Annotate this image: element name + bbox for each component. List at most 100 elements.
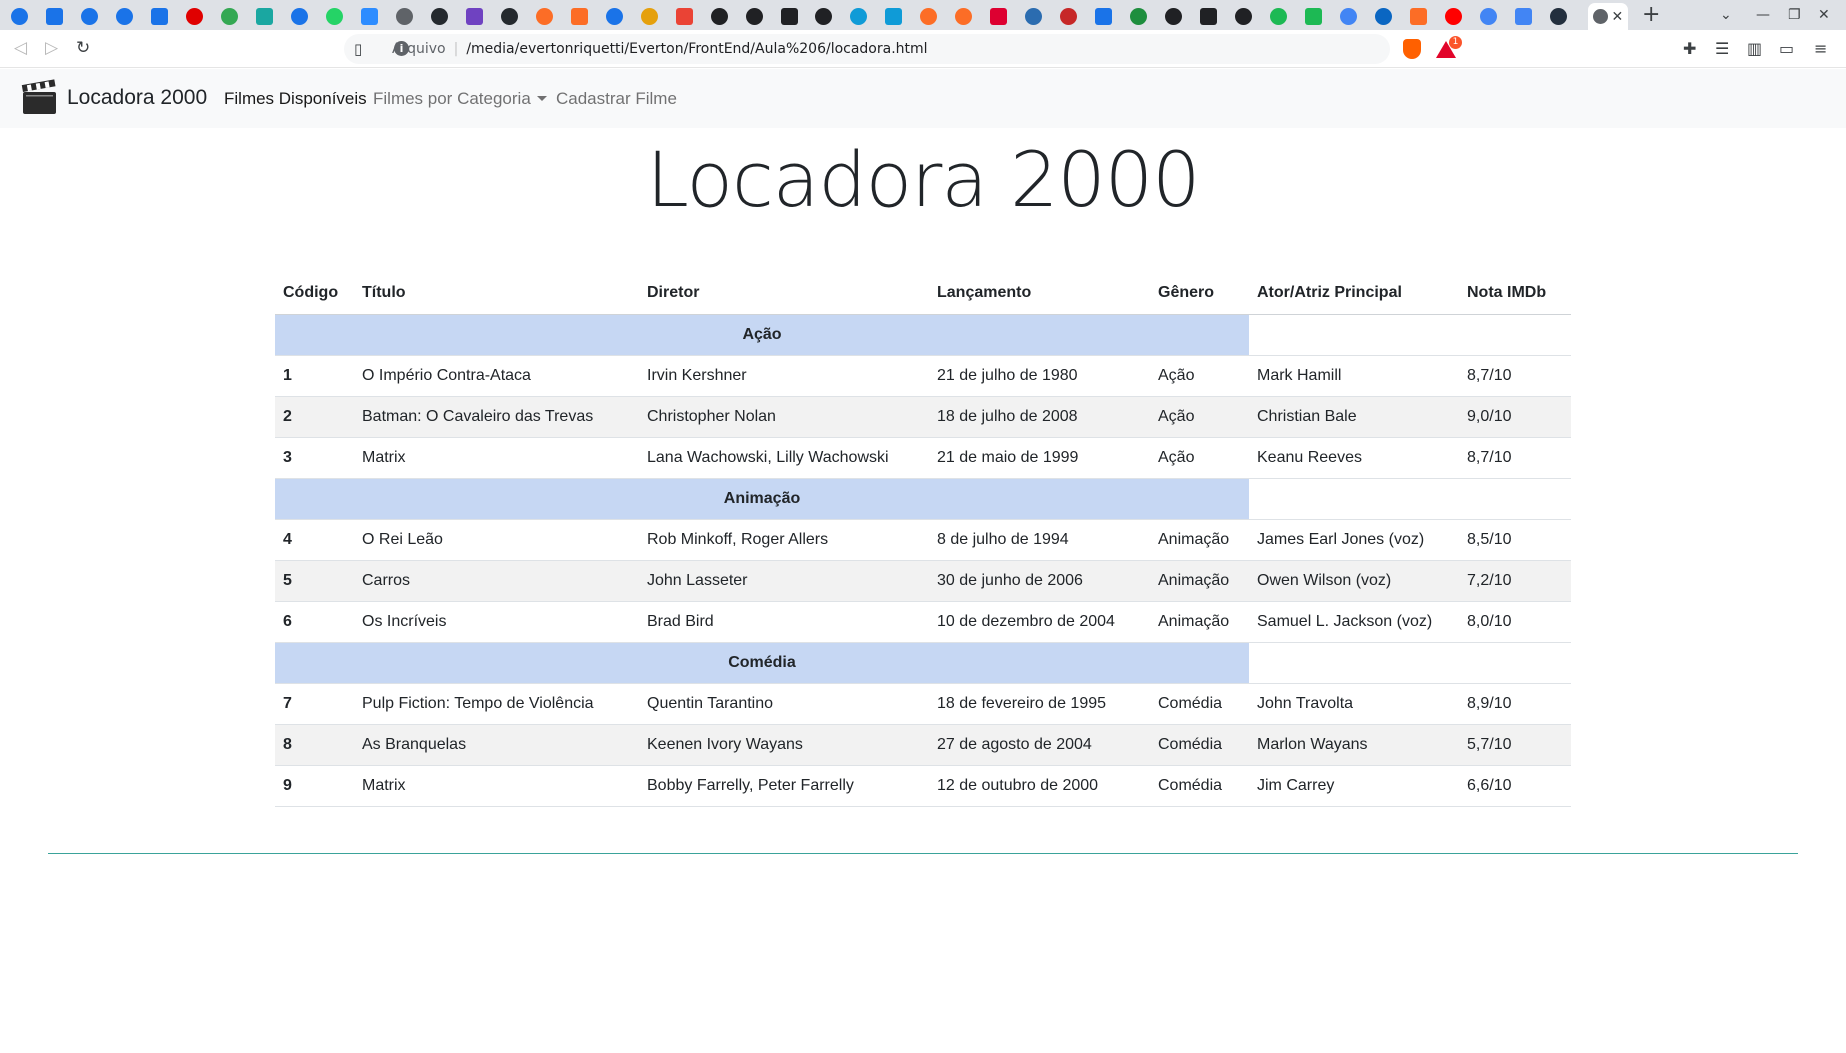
- tab-favicon-icon: [1409, 7, 1427, 25]
- menu-icon[interactable]: ≡: [1814, 39, 1827, 59]
- browser-tab[interactable]: [146, 4, 172, 28]
- browser-tab[interactable]: [391, 4, 417, 28]
- browser-tab[interactable]: [880, 4, 906, 28]
- browser-tab[interactable]: [426, 4, 452, 28]
- table-cell: Brad Bird: [639, 601, 929, 643]
- browser-tab[interactable]: [950, 4, 976, 28]
- table-cell: 7: [275, 683, 354, 725]
- browser-tab[interactable]: [1195, 4, 1221, 28]
- browser-tab[interactable]: [321, 4, 347, 28]
- tab-favicon-icon: [1304, 7, 1322, 25]
- browser-tab[interactable]: [601, 4, 627, 28]
- browser-tab-strip: ✕ + ⌄ — ❐ ✕: [0, 0, 1846, 30]
- table-cell: 18 de fevereiro de 1995: [929, 683, 1150, 725]
- media-controls-icon[interactable]: ☰: [1715, 39, 1729, 59]
- table-cell: 21 de julho de 1980: [929, 355, 1150, 397]
- browser-tab[interactable]: [1230, 4, 1256, 28]
- browser-tab[interactable]: [1475, 4, 1501, 28]
- browser-tab[interactable]: [41, 4, 67, 28]
- table-cell: 21 de maio de 1999: [929, 437, 1150, 479]
- browser-tab[interactable]: [1440, 4, 1466, 28]
- table-cell: 5: [275, 560, 354, 602]
- tab-favicon-icon: [290, 7, 308, 25]
- browser-tab[interactable]: [496, 4, 522, 28]
- browser-tab[interactable]: [531, 4, 557, 28]
- browser-tab[interactable]: [356, 4, 382, 28]
- browser-tab[interactable]: [845, 4, 871, 28]
- browser-tab[interactable]: [76, 4, 102, 28]
- address-bar[interactable]: Arquivo | /media/evertonriquetti/Everton…: [344, 34, 1390, 64]
- browser-tab[interactable]: [111, 4, 137, 28]
- nav-filmes-por-categoria[interactable]: Filmes por Categoria: [373, 88, 547, 110]
- tab-search-icon[interactable]: ⌄: [1720, 5, 1732, 25]
- table-header-row: Código Título Diretor Lançamento Gênero Ator/…: [275, 273, 1571, 315]
- active-tab[interactable]: ✕: [1588, 3, 1628, 30]
- browser-tab[interactable]: [286, 4, 312, 28]
- close-tab-icon[interactable]: ✕: [1611, 10, 1623, 24]
- forward-icon[interactable]: ▷: [45, 37, 58, 59]
- table-cell: Lana Wachowski, Lilly Wachowski: [639, 437, 929, 479]
- table-cell: Jim Carrey: [1249, 765, 1459, 807]
- category-row-spacer: [1249, 478, 1571, 520]
- browser-tab[interactable]: [1160, 4, 1186, 28]
- browser-tab[interactable]: [1545, 4, 1571, 28]
- table-cell: Batman: O Cavaleiro das Trevas: [354, 396, 639, 438]
- browser-tab[interactable]: [1125, 4, 1151, 28]
- category-row: Comédia: [275, 642, 1571, 684]
- brave-shields-icon[interactable]: [1403, 39, 1421, 59]
- nav-cadastrar-filme[interactable]: Cadastrar Filme: [556, 88, 677, 110]
- wallet-icon[interactable]: ▭: [1779, 39, 1794, 59]
- browser-tab[interactable]: [776, 4, 802, 28]
- browser-tab[interactable]: [1020, 4, 1046, 28]
- url-text[interactable]: /media/evertonriquetti/Everton/FrontEnd/…: [466, 41, 927, 57]
- nav-filmes-disponiveis[interactable]: Filmes Disponíveis: [224, 88, 367, 110]
- browser-tab[interactable]: [810, 4, 836, 28]
- table-cell: 7,2/10: [1459, 560, 1571, 602]
- table-cell: 30 de junho de 2006: [929, 560, 1150, 602]
- tab-favicon-icon: [814, 7, 832, 25]
- browser-tab[interactable]: [1335, 4, 1361, 28]
- browser-tab[interactable]: [706, 4, 732, 28]
- site-info-icon[interactable]: i: [394, 41, 409, 56]
- tab-favicon-icon: [45, 7, 63, 25]
- clapperboard-icon[interactable]: [21, 79, 58, 116]
- browser-tab[interactable]: [1300, 4, 1326, 28]
- browser-tab[interactable]: [216, 4, 242, 28]
- browser-tab[interactable]: [461, 4, 487, 28]
- browser-tab[interactable]: [985, 4, 1011, 28]
- tab-favicon-icon: [1024, 7, 1042, 25]
- browser-tab[interactable]: [566, 4, 592, 28]
- extensions-icon[interactable]: ✚: [1683, 39, 1696, 59]
- browser-tab[interactable]: [1405, 4, 1431, 28]
- back-icon[interactable]: ◁: [14, 37, 27, 59]
- tab-favicon-icon: [185, 7, 203, 25]
- bookmark-icon[interactable]: ▯: [354, 40, 362, 58]
- table-cell: 10 de dezembro de 2004: [929, 601, 1150, 643]
- browser-tab[interactable]: [1090, 4, 1116, 28]
- reload-icon[interactable]: ↻: [76, 37, 90, 59]
- browser-tab[interactable]: [1265, 4, 1291, 28]
- browser-tab[interactable]: [181, 4, 207, 28]
- browser-tab[interactable]: [1055, 4, 1081, 28]
- new-tab-button[interactable]: +: [1642, 4, 1660, 26]
- table-cell: 9: [275, 765, 354, 807]
- tab-favicon-icon: [710, 7, 728, 25]
- browser-tab[interactable]: [741, 4, 767, 28]
- minimize-icon[interactable]: —: [1756, 5, 1770, 25]
- browser-tab[interactable]: [671, 4, 697, 28]
- close-window-icon[interactable]: ✕: [1818, 5, 1830, 25]
- tab-favicon-icon: [1059, 7, 1077, 25]
- tab-favicon-icon: [395, 7, 413, 25]
- browser-tab[interactable]: [915, 4, 941, 28]
- browser-tab[interactable]: [1370, 4, 1396, 28]
- browser-tab[interactable]: [1510, 4, 1536, 28]
- browser-tab[interactable]: [251, 4, 277, 28]
- column-header: Título: [354, 273, 639, 315]
- browser-tab[interactable]: [6, 4, 32, 28]
- sidebar-icon[interactable]: ▥: [1747, 39, 1762, 59]
- brand-name[interactable]: Locadora 2000: [67, 84, 207, 112]
- table-cell: 4: [275, 519, 354, 561]
- restore-icon[interactable]: ❐: [1788, 5, 1801, 25]
- browser-tab[interactable]: [636, 4, 662, 28]
- table-cell: Matrix: [354, 437, 639, 479]
